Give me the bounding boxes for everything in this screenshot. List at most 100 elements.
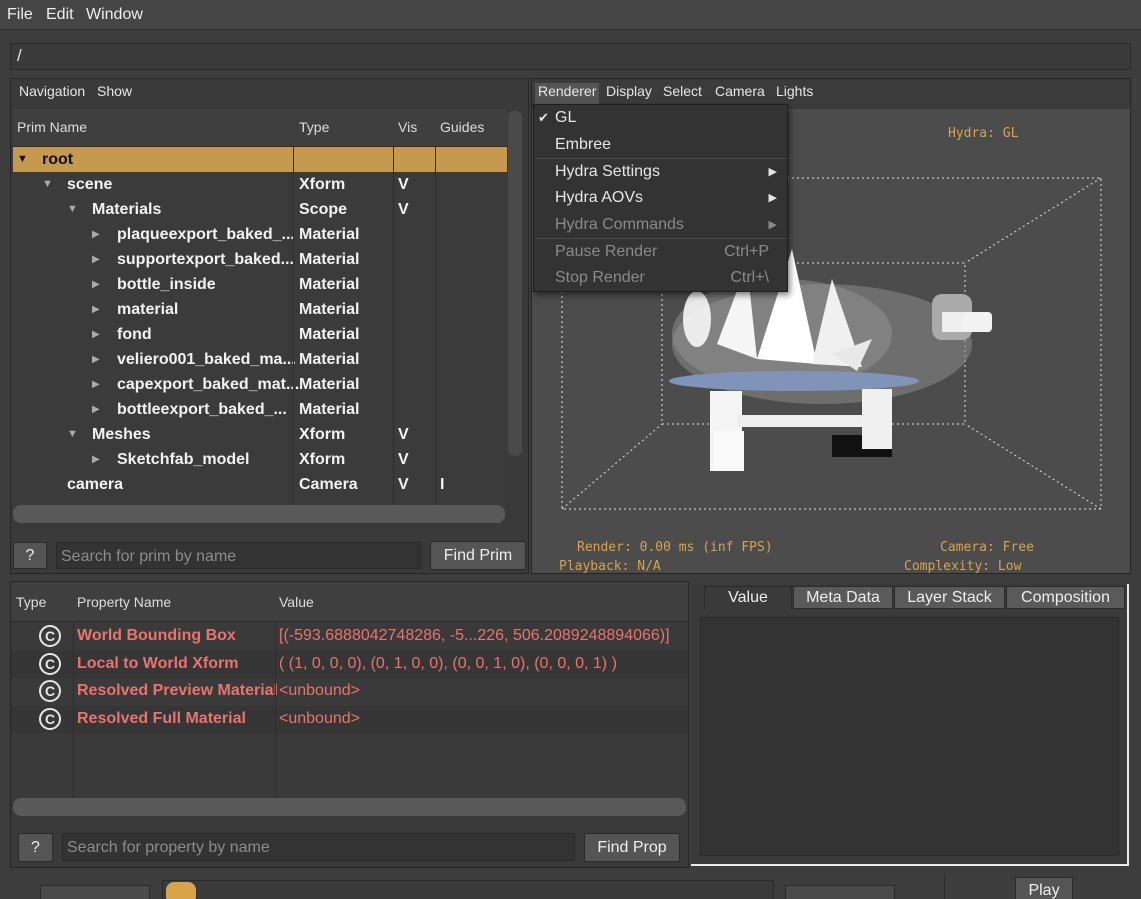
- menu-item-shortcut: Ctrl+P: [724, 243, 769, 260]
- tab-meta-data[interactable]: Meta Data: [793, 586, 893, 609]
- prim-row[interactable]: ▶ bottleexport_baked_... Material: [13, 397, 507, 422]
- menu-navigation[interactable]: Navigation: [19, 83, 85, 99]
- prim-row[interactable]: ▼ Meshes Xform V: [13, 422, 507, 447]
- prim-row[interactable]: ▶ supportexport_baked... Material: [13, 247, 507, 272]
- col-prop-value[interactable]: Value: [279, 594, 314, 610]
- column-divider: [275, 622, 276, 798]
- col-prim-name[interactable]: Prim Name: [17, 119, 87, 135]
- expand-arrow-right-icon[interactable]: ▶: [92, 397, 102, 422]
- tab-value[interactable]: Value: [704, 586, 792, 609]
- menu-separator: [536, 238, 786, 239]
- expand-arrow-right-icon[interactable]: ▶: [92, 222, 102, 247]
- property-row[interactable]: C Resolved Full Material <unbound>: [11, 705, 688, 733]
- menu-item-label: Pause Render: [555, 243, 658, 260]
- path-field[interactable]: /: [10, 43, 1131, 70]
- property-panel: Type Property Name Value C World Bounding…: [10, 581, 689, 868]
- find-prop-button[interactable]: Find Prop: [584, 833, 680, 862]
- prim-row[interactable]: ▶ material Material: [13, 297, 507, 322]
- prim-help-button[interactable]: ?: [13, 542, 47, 569]
- col-prop-name[interactable]: Property Name: [77, 594, 171, 610]
- menu-display[interactable]: Display: [603, 83, 655, 99]
- hud-renderer: Hydra: GL: [948, 126, 1019, 141]
- property-row[interactable]: C Local to World Xform ( (1, 0, 0, 0), (0,…: [11, 650, 688, 678]
- expand-arrow-down-icon[interactable]: ▼: [17, 147, 28, 172]
- prim-type: Xform: [299, 426, 346, 443]
- prim-row[interactable]: ▶ Sketchfab_model Xform V: [13, 447, 507, 472]
- prim-guides: I: [440, 476, 445, 493]
- prim-row[interactable]: camera Camera V I: [13, 472, 507, 497]
- prim-type: Material: [299, 401, 360, 418]
- prim-row[interactable]: ▼ root: [13, 147, 507, 172]
- expand-arrow-down-icon[interactable]: ▼: [67, 422, 78, 447]
- timeline-slider[interactable]: [162, 880, 774, 899]
- property-value: [(-593.6888042748286, -5...226, 506.2089…: [279, 627, 670, 644]
- menu-lights[interactable]: Lights: [773, 83, 816, 99]
- menu-file[interactable]: File: [7, 6, 33, 24]
- prim-row[interactable]: ▼ scene Xform V: [13, 172, 507, 197]
- start-frame-field[interactable]: [40, 885, 150, 899]
- renderer-dropdown-menu: ✔ GL Embree Hydra Settings ▶ Hydra AOVs ▶ Hydra…: [533, 104, 788, 292]
- prim-row[interactable]: ▶ plaqueexport_baked_... Material: [13, 222, 507, 247]
- renderer-menu-item: Hydra Commands ▶: [534, 213, 787, 239]
- menu-edit[interactable]: Edit: [46, 6, 74, 24]
- prim-type: Material: [299, 351, 360, 368]
- computed-property-icon: C: [39, 625, 61, 647]
- expand-arrow-right-icon[interactable]: ▶: [92, 372, 102, 397]
- menu-select[interactable]: Select: [660, 83, 705, 99]
- prim-vis: V: [398, 176, 409, 193]
- menu-renderer[interactable]: Renderer: [535, 83, 600, 105]
- property-row[interactable]: C World Bounding Box [(-593.6888042748286,…: [11, 623, 688, 650]
- menu-item-shortcut: Ctrl+\: [730, 269, 769, 286]
- expand-arrow-down-icon[interactable]: ▼: [67, 197, 78, 222]
- renderer-menu-item[interactable]: Embree: [534, 133, 787, 159]
- property-value: ( (1, 0, 0, 0), (0, 1, 0, 0), (0, 0, 1, …: [279, 654, 617, 672]
- expand-arrow-right-icon[interactable]: ▶: [92, 247, 102, 272]
- expand-arrow-down-icon[interactable]: ▼: [42, 172, 53, 197]
- col-vis[interactable]: Vis: [398, 119, 417, 135]
- menu-camera[interactable]: Camera: [712, 83, 768, 99]
- expand-arrow-right-icon[interactable]: ▶: [92, 322, 102, 347]
- renderer-menu-item[interactable]: Hydra Settings ▶: [534, 160, 787, 186]
- expand-arrow-right-icon[interactable]: ▶: [92, 347, 102, 372]
- renderer-menu-item: Stop Render Ctrl+\: [534, 266, 787, 292]
- property-table-hscrollbar[interactable]: [13, 798, 686, 816]
- menu-show[interactable]: Show: [97, 83, 132, 99]
- renderer-menu-item[interactable]: Hydra AOVs ▶: [534, 186, 787, 212]
- col-prop-type[interactable]: Type: [16, 594, 46, 610]
- prim-search-input[interactable]: Search for prim by name: [56, 542, 421, 569]
- hud-render-time: Render: 0.00 ms (inf FPS): [577, 540, 773, 555]
- renderer-menu-item[interactable]: ✔ GL: [534, 106, 787, 132]
- menu-item-label: Hydra Settings: [555, 163, 660, 180]
- hud-playback: Playback: N/A: [559, 559, 661, 574]
- menu-window[interactable]: Window: [86, 6, 143, 24]
- find-prim-button[interactable]: Find Prim: [430, 541, 526, 570]
- expand-arrow-right-icon[interactable]: ▶: [92, 447, 102, 472]
- col-type[interactable]: Type: [299, 119, 329, 135]
- prim-name: fond: [117, 326, 152, 343]
- prim-row[interactable]: ▼ Materials Scope V: [13, 197, 507, 222]
- prim-row[interactable]: ▶ bottle_inside Material: [13, 272, 507, 297]
- prim-tree-hscrollbar[interactable]: [13, 505, 505, 523]
- property-row[interactable]: C Resolved Preview Material <unbound>: [11, 678, 688, 705]
- tab-layer-stack[interactable]: Layer Stack: [894, 586, 1005, 609]
- prop-help-button[interactable]: ?: [18, 833, 53, 862]
- menu-item-label: GL: [555, 109, 577, 126]
- prim-row[interactable]: ▶ capexport_baked_mat... Material: [13, 372, 507, 397]
- play-button[interactable]: Play: [1015, 877, 1073, 899]
- expand-arrow-right-icon[interactable]: ▶: [92, 272, 102, 297]
- prim-type: Xform: [299, 451, 346, 468]
- tab-composition[interactable]: Composition: [1006, 586, 1125, 609]
- end-frame-field[interactable]: [785, 885, 895, 899]
- prim-name: bottle_inside: [117, 276, 216, 293]
- prim-row[interactable]: ▶ veliero001_baked_ma... Material: [13, 347, 507, 372]
- computed-property-icon: C: [39, 707, 61, 730]
- prim-tree-vscrollbar[interactable]: [508, 111, 522, 456]
- prim-vis: V: [398, 426, 409, 443]
- prim-row[interactable]: ▶ fond Material: [13, 322, 507, 347]
- prim-browser-panel: Navigation Show Prim Name Type Vis Guide…: [10, 78, 529, 574]
- property-value: <unbound>: [279, 682, 360, 699]
- timeline-handle[interactable]: [166, 882, 196, 899]
- expand-arrow-right-icon[interactable]: ▶: [92, 297, 102, 322]
- prop-search-input[interactable]: Search for property by name: [62, 833, 575, 861]
- col-guides[interactable]: Guides: [440, 119, 484, 135]
